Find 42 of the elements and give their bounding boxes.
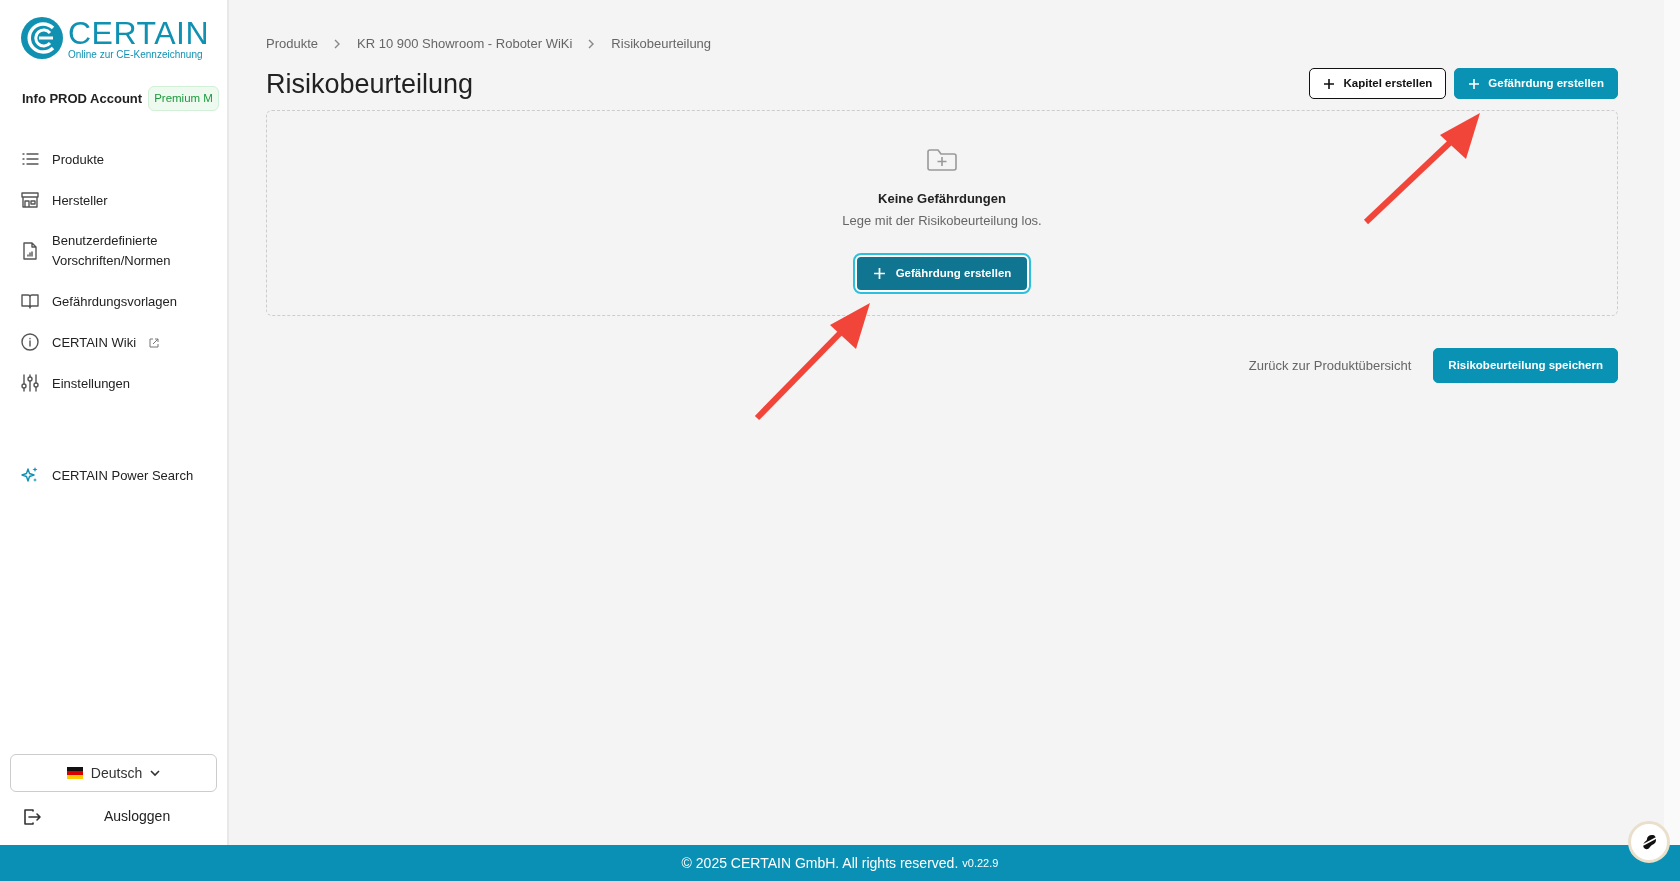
external-link-icon [148,336,160,348]
version-text: v0.22.9 [962,855,999,871]
store-icon [20,190,40,211]
sidebar-item[interactable]: Produkte [10,141,217,178]
plus-icon [1323,77,1336,90]
sidebar-item[interactable]: Benutzerdefinierte Vorschriften/Normen [10,223,217,279]
info-icon [20,332,40,353]
logo-tagline: Online zur CE-Kennzeichnung [68,48,204,60]
sidebar-item[interactable]: CERTAIN Wiki [10,324,217,361]
book-icon [20,291,40,312]
logout-link[interactable]: Ausloggen [104,806,171,827]
breadcrumb-link[interactable]: Produkte [266,34,319,54]
plus-icon [1468,77,1481,90]
caret-icon [150,769,161,777]
breadcrumb-link[interactable]: KR 10 900 Showroom - Roboter WiKi [357,34,573,54]
plus-icon [872,267,886,280]
plan-tag: Premium M [148,86,219,112]
create-chapter-button[interactable]: Kapitel erstellen [1309,68,1447,100]
logo-text: CERTAIN [68,16,209,49]
sidebar-item[interactable]: CERTAIN Power Search [10,457,217,494]
create-hazard-button[interactable]: Gefährdung erstellen [1454,68,1618,100]
sidebar-item[interactable]: Hersteller [10,182,217,219]
save-button[interactable]: Risikobeurteilung speichern [1433,347,1618,384]
document-icon [20,240,40,261]
breadcrumb-link[interactable]: Risikobeurteilung [611,34,712,54]
logout-icon [22,806,42,827]
chevron-icon [334,38,342,49]
empty-title: Keine Gefährdungen [878,189,1006,208]
logo-icon [20,16,64,60]
language-select[interactable]: Deutsch [10,754,217,792]
sliders-icon [20,373,40,394]
scrollbar[interactable] [1664,0,1680,845]
flag-icon [66,767,83,779]
sidebar-item[interactable]: Gefährdungsvorlagen [10,283,217,320]
chevron-icon [588,38,596,49]
empty-text: Lege mit der Risikobeurteilung los. [842,212,1042,231]
page-title: Risikobeurteilung [266,67,474,100]
copyright-text: © 2025 CERTAIN GmbH. All rights reserved. [681,853,959,873]
create-hazard-button[interactable]: Gefährdung erstellen [854,254,1030,293]
sidebar-item[interactable]: Einstellungen [10,365,217,402]
account-name: Info PROD Account [22,89,143,108]
back-link[interactable]: Zurück zur Produktübersicht [1248,355,1412,376]
